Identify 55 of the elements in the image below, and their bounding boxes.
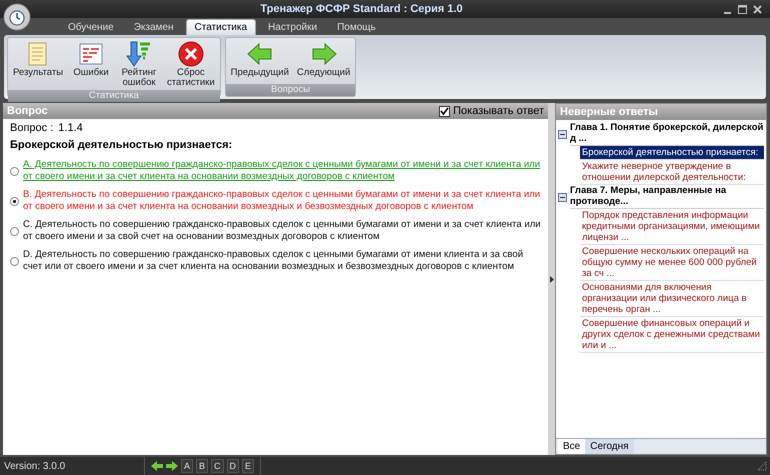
close-icon[interactable] — [753, 4, 762, 14]
answer-option[interactable]: C. Деятельность по совершению гражданско-правовых сделок с ценными бумагами от имени и за счет клиента или от своего имени и за свой счет на основании возмездных договоров с клиентом — [23, 219, 541, 243]
ribbon-tab[interactable]: Настройки — [260, 20, 326, 35]
panel-title: Вопрос — [7, 105, 48, 117]
group-title: Статистика — [8, 90, 220, 102]
tree-item[interactable]: Укажите неверное утверждение в отношении дилерской деятельности: — [580, 160, 764, 185]
ribbon-button[interactable]: Ошибки — [68, 39, 114, 89]
letter-button[interactable]: C — [211, 459, 224, 473]
tree-item[interactable]: Совершение нескольких операций на общую сумму не менее 600 000 рублей за сч ... — [580, 245, 764, 281]
x-circle-icon — [176, 40, 205, 68]
letter-button[interactable]: A — [181, 459, 194, 473]
window-title: Тренажер ФСФР Standard : Серия 1.0 — [259, 3, 464, 15]
answer-radio[interactable] — [10, 166, 19, 176]
ribbon-button[interactable]: Сброс статистики — [164, 39, 218, 89]
letter-button[interactable]: D — [226, 459, 240, 473]
question-text: Брокерской деятельностью признается: — [10, 139, 234, 151]
answer-option[interactable]: B. Деятельность по совершению гражданско-правовых сделок с ценными бумагами от имени и за счет клиента или от своего имени и за счет клиента на основании возмездных и безвозмездных договоров с клиентом — [23, 189, 541, 213]
resize-grip-icon[interactable] — [757, 461, 767, 471]
answer-option[interactable]: D. Деятельность по совершению гражданско-правовых сделок с ценными бумагами от имени клиента и за свой счет или от своего имени и за счет клиента на основании возмездных и безвозмездных договоров с клиентом — [23, 249, 541, 273]
ribbon-button[interactable]: Предыдущий — [228, 39, 292, 83]
ribbon-button[interactable]: Рейтинг ошибок — [116, 39, 162, 89]
ribbon-tab[interactable]: Обучение — [60, 20, 122, 35]
answer-radio[interactable] — [10, 196, 19, 206]
ribbon-button[interactable]: Следующий — [294, 39, 354, 83]
collapse-icon[interactable] — [558, 130, 567, 138]
answer-option[interactable]: A. Деятельность по совершению гражданско-правовых сделок с ценными бумагами от имени и за счет клиента или от своего имени и за счет клиента на основании возмездных договоров с клиентом — [23, 159, 541, 183]
tree-item[interactable]: Брокерской деятельностью признается: — [580, 146, 764, 160]
filter-tab[interactable]: Все — [558, 439, 586, 454]
letter-button[interactable]: B — [196, 459, 208, 473]
left-arrow-icon — [246, 40, 274, 68]
ribbon-tab[interactable]: Экзамен — [126, 20, 182, 35]
forward-arrow-icon[interactable] — [166, 461, 178, 471]
filter-tab[interactable]: Сегодня — [585, 439, 634, 454]
tree-item[interactable]: Порядок представления информации кредитными организациями, имеющими лицензи ... — [580, 209, 764, 245]
right-arrow-icon — [310, 40, 338, 68]
question-number-label: Вопрос : — [10, 122, 54, 134]
panel-title: Неверные ответы — [560, 106, 658, 118]
tree-chapter[interactable]: Глава 7. Меры, направленные на противоде... — [570, 185, 764, 209]
answer-radio[interactable] — [10, 256, 19, 266]
show-answer-checkbox[interactable] — [439, 106, 450, 116]
collapse-arrow-icon[interactable] — [550, 276, 554, 282]
version-label: Version: 3.0.0 — [3, 460, 66, 472]
tree-item[interactable]: Основаниями для включения организации или физического лица в перечень орган ... — [580, 281, 764, 317]
collapse-icon[interactable] — [558, 192, 567, 202]
question-number: 1.1.4 — [58, 122, 83, 134]
answer-radio[interactable] — [10, 226, 19, 236]
back-arrow-icon[interactable] — [151, 461, 163, 471]
maximize-icon[interactable] — [738, 4, 747, 14]
group-title: Вопросы — [226, 84, 356, 96]
ribbon-tab[interactable]: Статистика — [186, 19, 256, 35]
tree-item[interactable]: Совершение финансовых операций и других сделок с денежными средствами или и ... — [580, 317, 764, 353]
checkbox-label[interactable]: Показывать ответ — [453, 105, 544, 117]
ribbon-button[interactable]: Результаты — [10, 39, 66, 89]
letter-button[interactable]: E — [242, 459, 254, 473]
ribbon-tab[interactable]: Помощь — [329, 20, 384, 35]
